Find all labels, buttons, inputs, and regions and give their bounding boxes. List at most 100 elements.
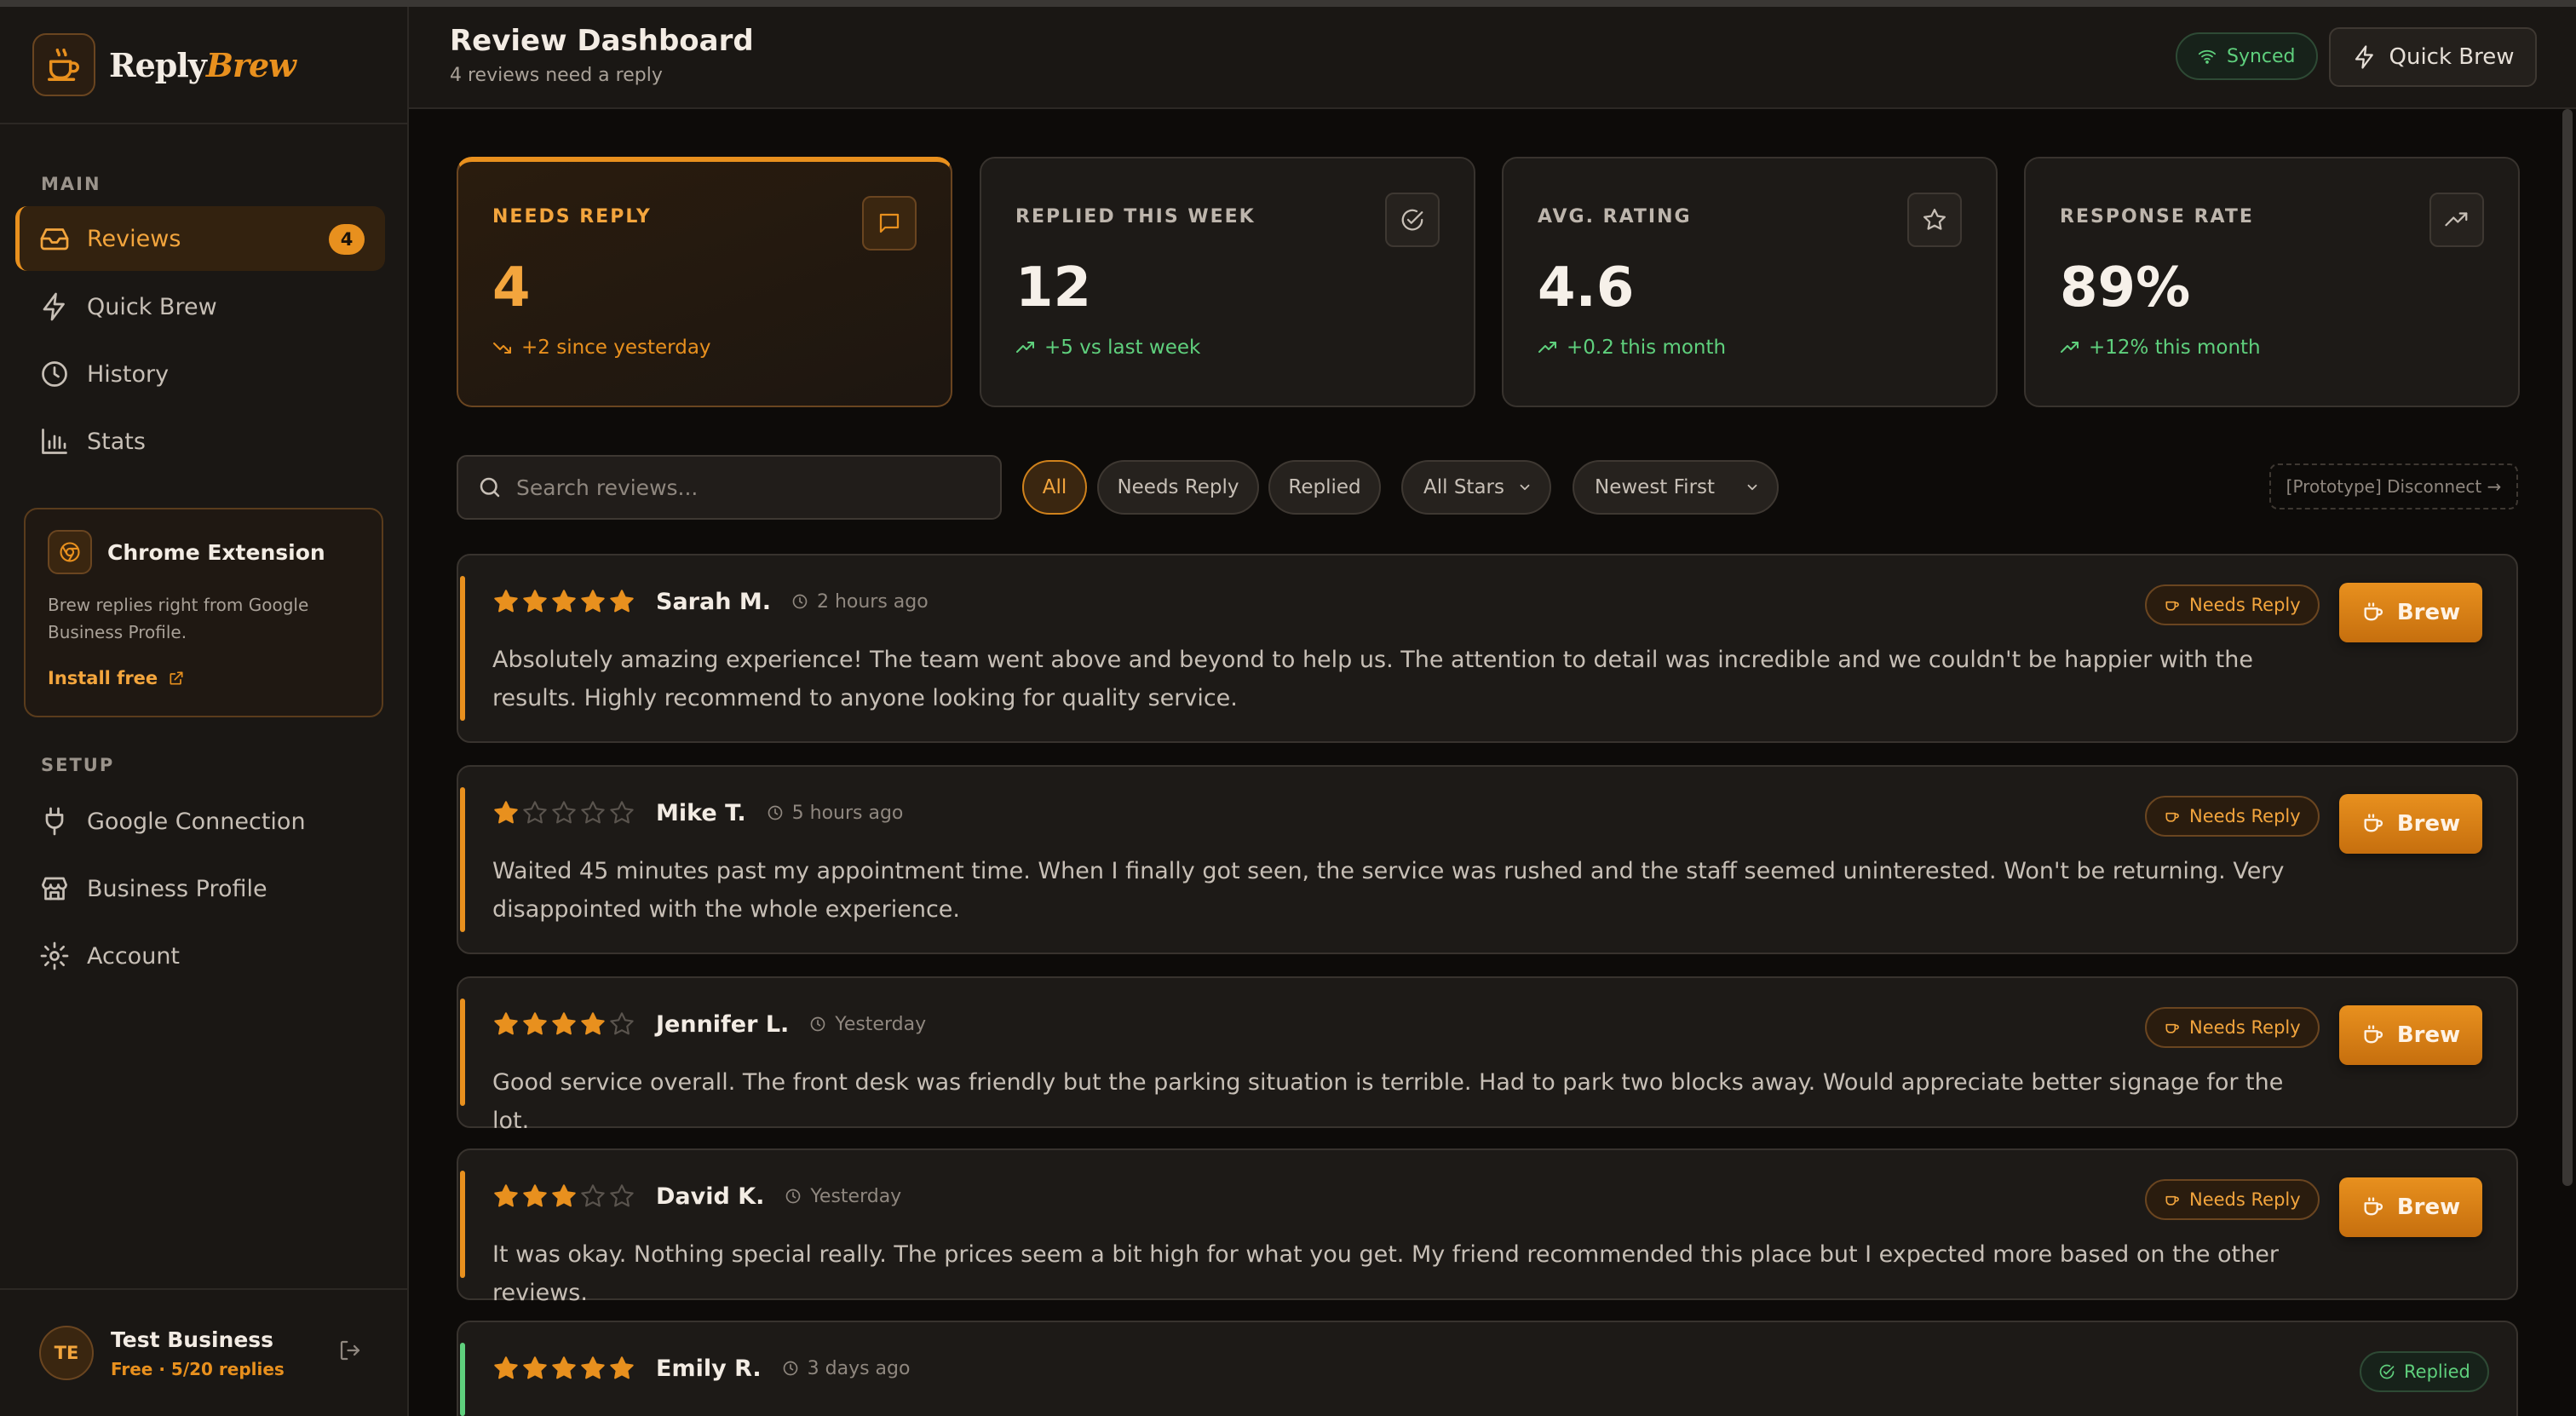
trend-down-icon	[493, 342, 511, 354]
chrome-extension-card: Chrome Extension Brew replies right from…	[24, 508, 383, 717]
review-text: It was okay. Nothing special really. The…	[492, 1241, 2279, 1306]
replied-indicator	[460, 1343, 465, 1416]
filter-chip-needs-reply[interactable]: Needs Reply	[1097, 460, 1259, 515]
brew-reply-button[interactable]: Brew	[2339, 1005, 2482, 1065]
user-profile: TE Test Business Free · 5/20 replies	[0, 1288, 407, 1416]
brew-label: Brew	[2396, 811, 2461, 837]
star-filled-icon	[494, 1184, 518, 1207]
page-subtitle: 4 reviews need a reply	[450, 65, 663, 86]
chevron-down-icon	[1747, 484, 1757, 491]
filter-chip-all[interactable]: All	[1022, 460, 1087, 515]
synced-status-badge: Synced	[2176, 32, 2318, 80]
sidebar-item-quick-brew[interactable]: Quick Brew	[15, 274, 385, 339]
review-time: Yesterday	[809, 1014, 926, 1035]
gear-icon	[40, 941, 69, 970]
chrome-icon	[48, 530, 92, 574]
star-filled-icon	[523, 1012, 547, 1035]
status-label: Needs Reply	[2189, 1189, 2301, 1210]
star-filled-icon	[552, 1356, 576, 1379]
sidebar-item-business-profile[interactable]: Business Profile	[15, 856, 385, 921]
main-scrollbar[interactable]	[2562, 109, 2573, 1186]
reviewer-name: Mike T.	[656, 799, 746, 826]
user-plan: Free · 5/20 replies	[111, 1358, 285, 1379]
install-extension-link[interactable]: Install free	[48, 668, 359, 688]
star-rating	[492, 799, 637, 826]
status-label: Replied	[2404, 1361, 2470, 1382]
select-value: All Stars	[1423, 476, 1504, 498]
brew-label: Brew	[2396, 1194, 2461, 1220]
needs-reply-badge: Needs Reply	[2145, 796, 2320, 837]
stars-filter-select[interactable]: All Stars	[1401, 460, 1551, 515]
wifi-icon	[2198, 49, 2217, 64]
sidebar-item-stats[interactable]: Stats	[15, 409, 385, 474]
quick-brew-label: Quick Brew	[2389, 44, 2515, 70]
review-time: 3 days ago	[782, 1358, 910, 1379]
stat-card-response-rate: RESPONSE RATE 89% +12% this month	[2024, 157, 2520, 407]
needs-reply-indicator	[460, 1171, 465, 1278]
sidebar-item-history[interactable]: History	[15, 342, 385, 406]
star-empty-icon	[581, 1184, 605, 1207]
brew-reply-button[interactable]: Brew	[2339, 1177, 2482, 1237]
search-input[interactable]	[516, 475, 993, 500]
prototype-disconnect-button[interactable]: [Prototype] Disconnect →	[2269, 463, 2518, 509]
stat-delta: +5 vs last week	[1015, 337, 1440, 359]
star-filled-icon	[581, 590, 605, 613]
sidebar-item-label: Google Connection	[87, 808, 306, 835]
extension-description: Brew replies right from Google Business …	[48, 595, 309, 642]
stat-delta-text: +12% this month	[2089, 337, 2261, 359]
sidebar-item-reviews[interactable]: Reviews 4	[15, 206, 385, 271]
coffee-cup-icon	[2364, 1025, 2383, 1044]
star-outline-icon	[1907, 193, 1962, 247]
page-header: Review Dashboard 4 reviews need a reply …	[409, 7, 2576, 109]
review-time: 5 hours ago	[767, 802, 904, 824]
stat-card-needs-reply: NEEDS REPLY 4 +2 since yesterday	[457, 157, 952, 407]
star-empty-icon	[523, 801, 547, 824]
user-name: Test Business	[111, 1327, 274, 1352]
star-empty-icon	[610, 1184, 634, 1207]
star-filled-icon	[552, 1184, 576, 1207]
coffee-cup-icon	[2165, 812, 2179, 822]
sidebar-item-google-connection[interactable]: Google Connection	[15, 789, 385, 854]
star-filled-icon	[523, 1356, 547, 1379]
review-time-text: Yesterday	[835, 1013, 927, 1035]
star-filled-icon	[610, 590, 634, 613]
sidebar: ReplyBrew MAIN Reviews 4 Quick Brew Hist…	[0, 7, 409, 1416]
star-filled-icon	[552, 1012, 576, 1035]
filter-chip-replied[interactable]: Replied	[1268, 460, 1381, 515]
avatar[interactable]: TE	[39, 1326, 94, 1380]
quick-brew-button[interactable]: Quick Brew	[2329, 27, 2537, 87]
coffee-cup-icon	[2364, 1197, 2383, 1216]
brew-reply-button[interactable]: Brew	[2339, 794, 2482, 854]
logout-icon[interactable]	[337, 1338, 363, 1367]
chevron-down-icon	[1520, 484, 1530, 491]
logo-area[interactable]: ReplyBrew	[0, 7, 407, 124]
sort-select[interactable]: Newest First	[1573, 460, 1779, 515]
review-card: Sarah M. 2 hours ago Absolutely amazing …	[457, 554, 2518, 743]
reviewer-name: Sarah M.	[656, 588, 771, 615]
star-empty-icon	[552, 801, 576, 824]
brew-reply-button[interactable]: Brew	[2339, 583, 2482, 642]
search-box	[457, 455, 1002, 520]
reviews-count-badge: 4	[329, 224, 365, 255]
review-card: Emily R. 3 days ago Replied	[457, 1321, 2518, 1416]
needs-reply-indicator	[460, 787, 465, 932]
coffee-cup-icon	[2165, 1023, 2179, 1033]
extension-title: Chrome Extension	[107, 539, 325, 565]
bar-chart-icon	[42, 429, 67, 454]
sidebar-item-label: History	[87, 360, 170, 388]
status-label: Needs Reply	[2189, 1017, 2301, 1038]
message-square-icon	[862, 196, 917, 250]
star-filled-icon	[581, 1012, 605, 1035]
window-top-edge	[0, 0, 2576, 7]
inbox-icon	[40, 228, 69, 250]
review-card: Mike T. 5 hours ago Waited 45 minutes pa…	[457, 765, 2518, 954]
brew-label: Brew	[2396, 600, 2461, 625]
star-rating	[492, 1355, 637, 1382]
clock-icon	[810, 1016, 825, 1032]
stat-delta: +12% this month	[2060, 337, 2484, 359]
review-time-text: 5 hours ago	[791, 802, 904, 824]
star-filled-icon	[494, 590, 518, 613]
trend-up-icon	[2429, 193, 2484, 247]
sidebar-item-account[interactable]: Account	[15, 924, 385, 988]
review-card: David K. Yesterday It was okay. Nothing …	[457, 1148, 2518, 1306]
